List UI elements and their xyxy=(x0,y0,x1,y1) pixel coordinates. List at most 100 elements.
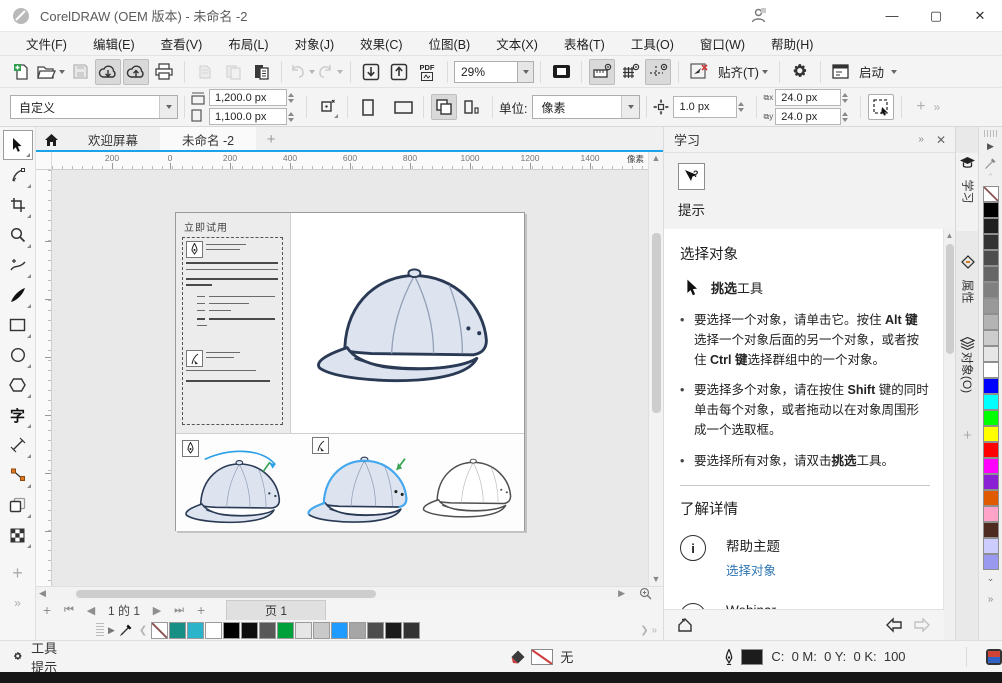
color-swatch[interactable] xyxy=(983,186,999,202)
menu-edit[interactable]: 编辑(E) xyxy=(81,31,147,56)
color-swatch[interactable] xyxy=(241,622,258,639)
color-swatch[interactable] xyxy=(983,490,999,506)
tab-untitled-2[interactable]: 未命名 -2 xyxy=(160,127,256,152)
rulers-toggle-icon[interactable] xyxy=(589,59,615,85)
color-swatch[interactable] xyxy=(983,538,999,554)
docker-tab-objects[interactable]: 对象(O) xyxy=(956,337,979,381)
crop-tool[interactable] xyxy=(3,190,33,220)
palette-scroll-left-icon[interactable]: ❮ xyxy=(139,625,147,636)
learn-scrollbar[interactable]: ▲ ▼ xyxy=(943,229,955,683)
color-swatch[interactable] xyxy=(983,346,999,362)
prev-page-icon[interactable]: ◀ xyxy=(80,601,102,619)
treat-as-filled-icon[interactable] xyxy=(868,94,894,120)
portrait-orientation-icon[interactable] xyxy=(355,94,381,120)
zoom-level-dropdown-icon[interactable] xyxy=(518,61,534,83)
menu-table[interactable]: 表格(T) xyxy=(552,31,617,56)
menu-file[interactable]: 文件(F) xyxy=(14,31,79,56)
artistic-media-tool[interactable] xyxy=(3,280,33,310)
fullscreen-preview-icon[interactable] xyxy=(548,59,574,85)
first-page-icon[interactable]: ⏮ xyxy=(58,601,80,619)
cloud-upload-icon[interactable] xyxy=(123,59,149,85)
cap-artwork-step3[interactable] xyxy=(416,448,528,526)
page-width-spinner[interactable] xyxy=(288,93,300,103)
color-swatch[interactable] xyxy=(983,522,999,538)
page-1-tab[interactable]: 页 1 xyxy=(226,600,326,620)
document-page[interactable]: 立即试用 xyxy=(175,212,525,531)
landscape-orientation-icon[interactable] xyxy=(390,94,416,120)
color-swatch[interactable] xyxy=(983,234,999,250)
toolbox-add-icon[interactable]: + xyxy=(3,558,33,588)
color-swatch[interactable] xyxy=(151,622,168,639)
launch-icon[interactable] xyxy=(828,59,854,85)
launch-dropdown-icon[interactable] xyxy=(891,70,897,74)
menu-bitmaps[interactable]: 位图(B) xyxy=(417,31,483,56)
connector-tool[interactable] xyxy=(3,460,33,490)
palette-drag-handle[interactable] xyxy=(984,130,998,137)
add-page-after-icon[interactable]: + xyxy=(190,601,212,619)
open-icon[interactable] xyxy=(37,59,65,85)
menu-text[interactable]: 文本(X) xyxy=(484,31,550,56)
docker-add-icon[interactable]: + xyxy=(956,427,979,444)
home-icon[interactable] xyxy=(676,617,694,633)
color-swatch[interactable] xyxy=(403,622,420,639)
color-swatch[interactable] xyxy=(983,266,999,282)
palette-eyedropper-icon[interactable] xyxy=(984,157,997,170)
menu-tools[interactable]: 工具(O) xyxy=(619,31,686,56)
palette-drag-handle[interactable] xyxy=(96,623,104,637)
color-swatch[interactable] xyxy=(983,474,999,490)
next-page-icon[interactable]: ▶ xyxy=(146,601,168,619)
toolbox-overflow-icon[interactable]: » xyxy=(3,588,33,618)
duplicate-y-spinner[interactable] xyxy=(842,112,854,122)
shape-tool[interactable] xyxy=(3,160,33,190)
freehand-tool[interactable] xyxy=(3,250,33,280)
dimension-tool[interactable] xyxy=(3,430,33,460)
text-tool[interactable]: 字 xyxy=(3,400,33,430)
horizontal-scrollbar[interactable]: ◀ ▶ xyxy=(36,586,628,600)
color-swatch[interactable] xyxy=(983,314,999,330)
color-swatch[interactable] xyxy=(983,378,999,394)
paste-icon[interactable] xyxy=(248,59,274,85)
color-swatch[interactable] xyxy=(223,622,240,639)
maximize-button[interactable]: ▢ xyxy=(914,0,958,32)
export-icon[interactable] xyxy=(386,59,412,85)
tab-welcome-screen[interactable]: 欢迎屏幕 xyxy=(66,127,160,152)
color-swatch[interactable] xyxy=(983,282,999,298)
help-topic-link[interactable]: 选择对象 xyxy=(726,560,780,579)
color-swatch[interactable] xyxy=(983,554,999,570)
all-pages-icon[interactable] xyxy=(431,94,457,120)
home-tab-icon[interactable] xyxy=(36,127,66,152)
snap-off-icon[interactable] xyxy=(686,59,712,85)
interactive-shadow-tool[interactable] xyxy=(3,490,33,520)
account-icon[interactable] xyxy=(736,0,780,32)
save-icon[interactable] xyxy=(67,59,93,85)
rectangle-tool[interactable] xyxy=(3,310,33,340)
horizontal-ruler[interactable]: 200 0 200 400 600 800 1000 1200 1400 像素 xyxy=(52,152,648,170)
menu-help[interactable]: 帮助(H) xyxy=(759,31,825,56)
color-swatch[interactable] xyxy=(331,622,348,639)
drawing-canvas[interactable]: 立即试用 xyxy=(52,170,648,586)
add-page-icon[interactable]: + xyxy=(36,601,58,619)
print-icon[interactable] xyxy=(151,59,177,85)
docker-close-icon[interactable]: ✕ xyxy=(936,133,946,147)
color-swatch[interactable] xyxy=(295,622,312,639)
palette-flyout-icon[interactable]: ▶ xyxy=(108,625,115,636)
color-swatch[interactable] xyxy=(983,218,999,234)
vertical-scrollbar[interactable]: ▲ ▼ xyxy=(648,152,663,586)
zoom-tool[interactable] xyxy=(3,220,33,250)
color-swatch[interactable] xyxy=(205,622,222,639)
color-swatch[interactable] xyxy=(983,426,999,442)
color-swatch[interactable] xyxy=(187,622,204,639)
color-swatch[interactable] xyxy=(277,622,294,639)
cap-artwork-main[interactable] xyxy=(304,223,520,423)
snap-to-dropdown[interactable]: 贴齐(T) xyxy=(714,59,772,85)
launch-label[interactable]: 启动 xyxy=(859,62,884,81)
color-swatch[interactable] xyxy=(983,506,999,522)
minimize-button[interactable]: — xyxy=(870,0,914,32)
docker-collapse-icon[interactable]: » xyxy=(918,134,924,145)
color-swatch[interactable] xyxy=(385,622,402,639)
page-width-input[interactable]: 1,200.0 px xyxy=(209,89,287,106)
palette-scroll-down-icon[interactable]: ⌄ xyxy=(987,573,995,584)
color-proof-icon[interactable] xyxy=(986,649,1002,665)
color-swatch[interactable] xyxy=(983,202,999,218)
fill-none-swatch[interactable] xyxy=(531,649,553,665)
